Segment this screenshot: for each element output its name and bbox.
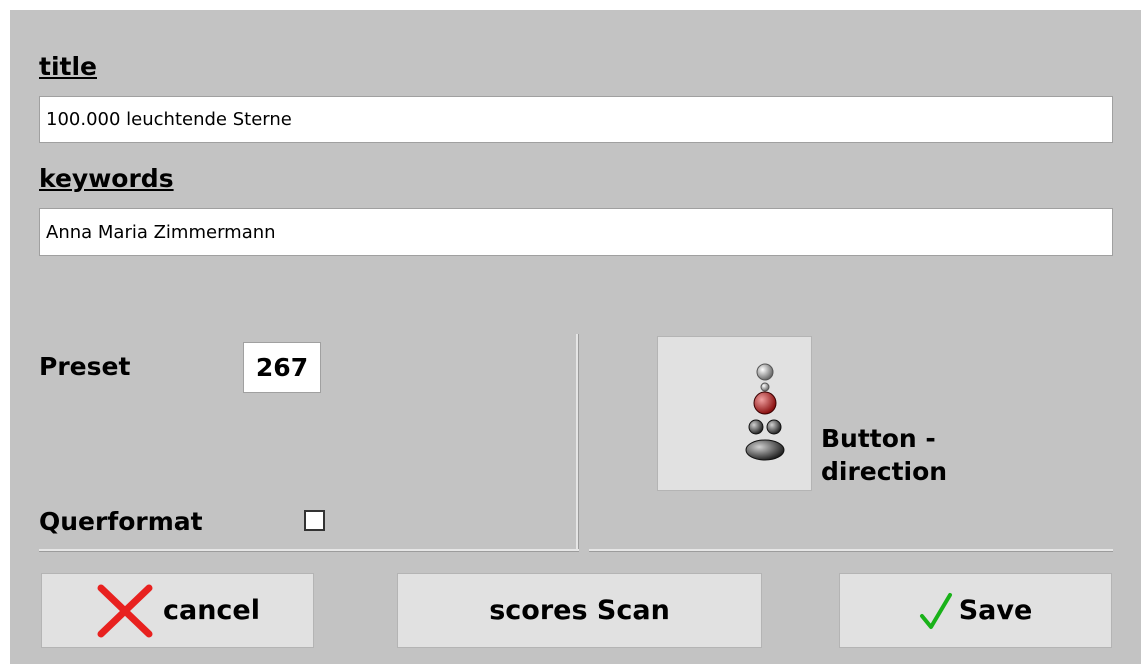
keywords-input-value: Anna Maria Zimmermann	[46, 221, 276, 243]
landscape-label: Querformat	[39, 507, 203, 536]
save-checkmark-icon	[919, 592, 952, 629]
scores-scan-button-label: scores Scan	[489, 595, 670, 626]
save-button-label: Save	[958, 595, 1033, 626]
vertical-divider	[576, 334, 579, 552]
right-horizontal-divider	[589, 549, 1113, 552]
preset-input-value: 267	[255, 353, 309, 382]
title-label: title	[39, 52, 97, 81]
title-input[interactable]: 100.000 leuchtende Sterne	[39, 96, 1113, 143]
direction-button[interactable]	[657, 336, 812, 491]
cancel-button[interactable]: cancel	[41, 573, 314, 648]
left-horizontal-divider	[39, 549, 579, 552]
save-button[interactable]: Save	[839, 573, 1112, 648]
landscape-checkbox[interactable]	[304, 510, 325, 531]
keywords-input[interactable]: Anna Maria Zimmermann	[39, 208, 1113, 256]
scores-scan-button[interactable]: scores Scan	[397, 573, 762, 648]
preset-input[interactable]: 267	[243, 342, 321, 393]
title-input-value: 100.000 leuchtende Sterne	[46, 109, 292, 130]
preset-label: Preset	[39, 352, 131, 381]
cancel-x-icon	[97, 584, 153, 637]
cancel-button-label: cancel	[162, 595, 261, 626]
remote-buttons-icon	[745, 363, 784, 460]
direction-button-label: Button - direction	[821, 424, 948, 486]
keywords-label: keywords	[39, 164, 174, 193]
